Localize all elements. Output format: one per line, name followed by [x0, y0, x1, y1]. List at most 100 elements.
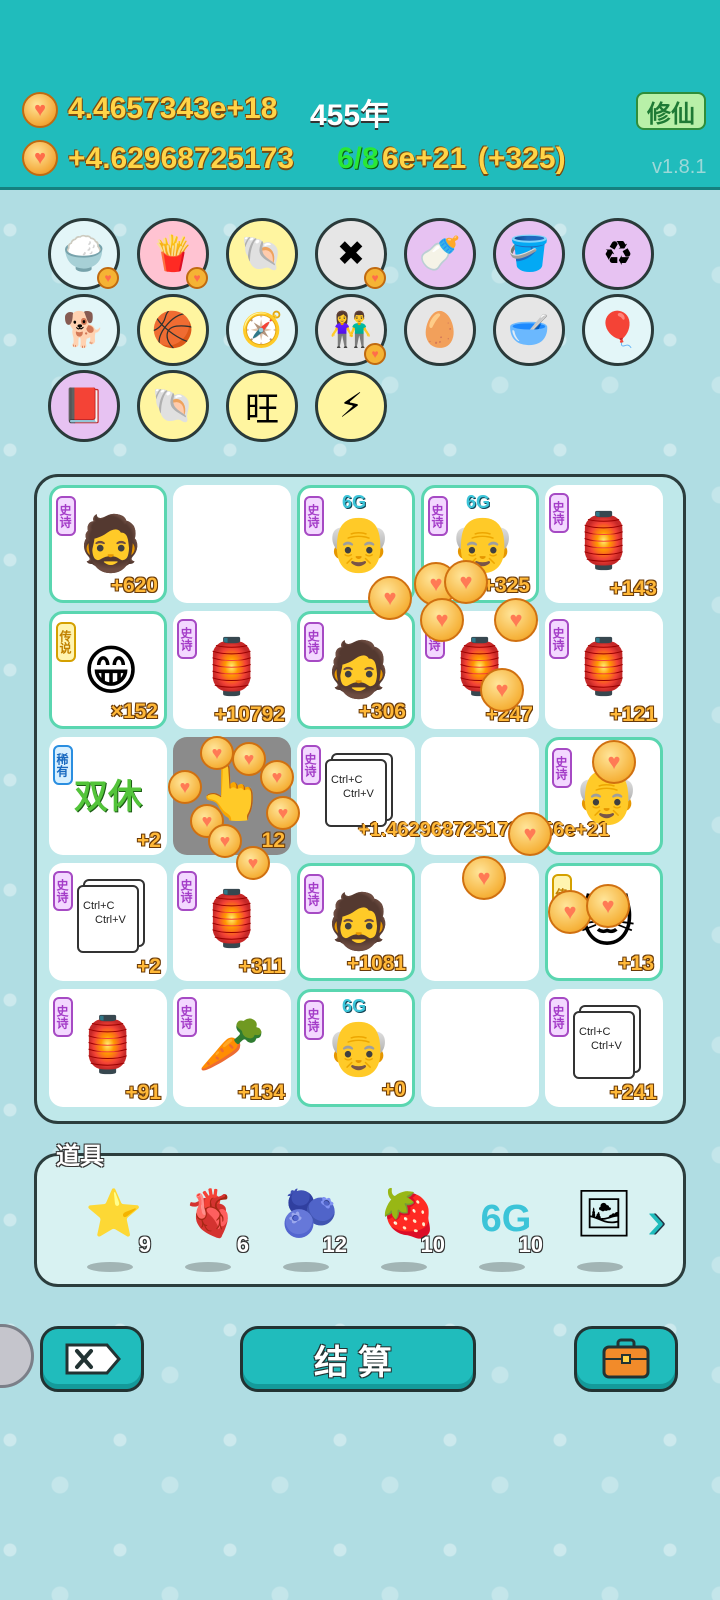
flying-coin: ♥ [260, 760, 294, 794]
skill-glyph: 🍟 [151, 235, 195, 273]
heart-badge-icon: ♥ [186, 267, 208, 289]
rabbit-house-icon: 🏮 [198, 888, 266, 949]
briefcase-icon [602, 1338, 650, 1379]
settle-button[interactable]: 结算 [240, 1326, 476, 1392]
basketballs-icon[interactable]: 🏀 [137, 294, 209, 366]
briefcase-button[interactable] [574, 1326, 678, 1392]
time-magazine-icon[interactable]: 📕 [48, 370, 120, 442]
rice-bowl-icon[interactable]: 🍚 ♥ [48, 218, 120, 290]
board-cell[interactable]: 史诗 🏮 +10792 [173, 611, 291, 729]
shell-icon-2[interactable]: 🐚 [137, 370, 209, 442]
top-status-bar: ♥ 4.4657343e+18 455年 修仙 ♥ +4.62968725173… [0, 0, 720, 190]
bucket-100-icon[interactable]: 🪣 [493, 218, 565, 290]
board-cell[interactable]: 稀有 双休 +2 [49, 737, 167, 855]
wang-wang-icon[interactable]: 旺 [226, 370, 298, 442]
prop-shadow [479, 1262, 525, 1272]
heart-badge-icon: ♥ [364, 267, 386, 289]
delete-tag-icon[interactable]: ✖ ♥ [315, 218, 387, 290]
props-title: 道具 [56, 1143, 104, 1170]
cell-value: 12 [261, 829, 285, 852]
flying-coin: ♥ [494, 598, 538, 642]
rabbit-house-icon: 🏮 [198, 636, 266, 697]
settle-label: 结算 [314, 1343, 402, 1382]
breast-pump-icon[interactable]: 🍼 [404, 218, 476, 290]
cell-value: ×152 [110, 700, 158, 723]
skill-glyph: 🧭 [240, 311, 284, 349]
next-arrow-icon[interactable]: › [647, 1190, 681, 1250]
cool-dog-icon[interactable]: 🐕 [48, 294, 120, 366]
cell-value: +2 [137, 955, 161, 978]
flying-coin: ♥ [586, 884, 630, 928]
board-cell[interactable]: 史诗 🧔 +306 [297, 611, 415, 729]
rabbit-house-icon: 🏮 [74, 1014, 142, 1075]
cell-value: +241 [609, 1081, 657, 1104]
flying-coin: ♥ [508, 812, 552, 856]
game-board: 史诗 🧔 +620 史诗 6G 👴 史诗 6G 👴 +325 史诗 🏮 +143 传说 😁 ×152 史诗 🏮 +1… [34, 474, 686, 1124]
delete-button[interactable] [40, 1326, 144, 1392]
prop-count: 10 [518, 1232, 543, 1257]
board-cell[interactable] [173, 485, 291, 603]
skill-glyph: 👫 [329, 311, 373, 349]
board-cell[interactable]: 史诗 🧔 +620 [49, 485, 167, 603]
prop-item[interactable]: 🖼 [565, 1186, 645, 1276]
board-cell[interactable]: 史诗 🥕 +134 [173, 989, 291, 1107]
board-cell[interactable]: 史诗 🧔 +1081 [297, 863, 415, 981]
prop-shadow [87, 1262, 133, 1272]
prop-count: 10 [420, 1232, 445, 1257]
bonus-rate: (+325) [478, 142, 566, 175]
flying-coin: ♥ [368, 576, 412, 620]
prop-item[interactable]: 🫀 6 [173, 1186, 253, 1276]
board-cell[interactable]: 史诗 Ctrl+C Ctrl+V +241 [545, 989, 663, 1107]
board-cell[interactable]: 史诗 🏮 +143 [545, 485, 663, 603]
years-count: 455年 [310, 99, 391, 132]
compass-icon[interactable]: 🧭 [226, 294, 298, 366]
cell-value: +10792 [214, 703, 285, 726]
flying-coin: ♥ [444, 560, 488, 604]
lightning-icon[interactable]: ⚡ [315, 370, 387, 442]
cell-value: +121 [609, 703, 657, 726]
fries-icon[interactable]: 🍟 ♥ [137, 218, 209, 290]
skill-glyph: 🏀 [151, 311, 195, 349]
pet-bowl-icon[interactable]: 🥣 [493, 294, 565, 366]
old-man-icon: 👴 [325, 513, 393, 574]
cell-value: +143 [609, 577, 657, 600]
cell-value: +311 [238, 955, 285, 978]
coin-rate-icon: ♥ [22, 140, 58, 176]
air-pump-icon[interactable]: 🎈 [582, 294, 654, 366]
egg-tray-icon[interactable]: 🥚 [404, 294, 476, 366]
skill-glyph: 🥚 [418, 311, 462, 349]
cell-value: +0 [382, 1078, 406, 1101]
board-cell[interactable]: 史诗 🏮 +311 [173, 863, 291, 981]
cell-value: +620 [110, 574, 158, 597]
prop-item[interactable]: 🍓 10 [369, 1186, 449, 1276]
skill-glyph: ⚡ [339, 387, 363, 425]
board-cell[interactable] [421, 989, 539, 1107]
flying-coin: ♥ [420, 598, 464, 642]
board-cell[interactable]: 史诗 🏮 +91 [49, 989, 167, 1107]
cell-value: +91 [125, 1081, 161, 1104]
couple-icon[interactable]: 👫 ♥ [315, 294, 387, 366]
board-cell[interactable]: 史诗 6G 👴 +0 [297, 989, 415, 1107]
skill-glyph: 🐚 [151, 387, 195, 425]
prop-item[interactable]: ⭐ 9 [75, 1186, 155, 1276]
shell-icon[interactable]: 🐚 [226, 218, 298, 290]
prop-count: 9 [138, 1232, 151, 1257]
bearded-man-icon: 🧔 [77, 513, 145, 574]
coins-rate: +4.62968725173 [68, 142, 295, 175]
board-cell[interactable]: 史诗 🏮 +121 [545, 611, 663, 729]
board-cell[interactable]: 史诗 Ctrl+C Ctrl+V +2 [49, 863, 167, 981]
flying-coin: ♥ [200, 736, 234, 770]
recycle-icon[interactable]: ♻ [582, 218, 654, 290]
prop-item[interactable]: 6G 10 [467, 1186, 547, 1276]
version-label: v1.8.1 [652, 156, 707, 178]
shuangxiu-text: 双休 [74, 777, 142, 816]
board-cell[interactable]: 传说 😁 ×152 [49, 611, 167, 729]
skill-glyph: ♻ [602, 235, 634, 273]
cell-value: +2 [137, 829, 161, 852]
heart-badge-icon: ♥ [364, 343, 386, 365]
xiuxian-button[interactable]: 修仙 [636, 92, 706, 130]
prop-item[interactable]: 🫐 12 [271, 1186, 351, 1276]
heart-badge-icon: ♥ [97, 267, 119, 289]
prop-count: 6 [236, 1232, 249, 1257]
cell-value: +325 [482, 574, 530, 597]
